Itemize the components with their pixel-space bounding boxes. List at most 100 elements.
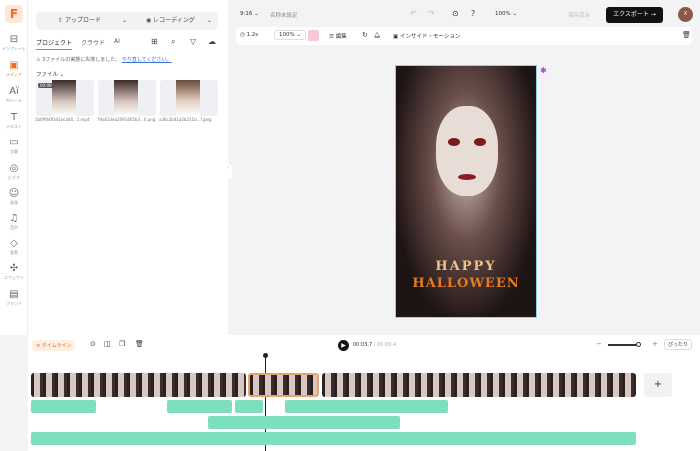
zoom-value: 100% xyxy=(495,11,511,17)
rail-images[interactable]: ☺ 画像 xyxy=(0,188,28,206)
split-icon[interactable]: ◫ xyxy=(104,340,111,348)
timeline: ≡ タイムライン ⊙ ◫ ❐ 🗑 ▶ 00:03.7 / 00:09.4 − +… xyxy=(28,335,700,451)
video-clip[interactable] xyxy=(31,373,246,397)
text-icon: T xyxy=(10,112,18,123)
project-title[interactable]: 名称未設定 xyxy=(270,11,298,19)
screenshot-icon[interactable]: ⊙ xyxy=(452,9,459,18)
export-button[interactable]: エクスポート → xyxy=(606,7,663,23)
audio-track[interactable] xyxy=(235,400,263,413)
sticker-icon[interactable]: ✱ xyxy=(540,66,547,75)
help-icon[interactable]: ? xyxy=(471,9,475,18)
avatar[interactable]: X xyxy=(678,7,693,22)
rail-text[interactable]: T テキスト xyxy=(0,112,28,130)
aspect-ratio-dropdown[interactable]: 9:16 ⌄ xyxy=(240,11,259,17)
record-button[interactable]: ◉ レコーディング ⌄ xyxy=(128,12,218,30)
video-preview[interactable]: HAPPY HALLOWEEN xyxy=(395,65,537,318)
rail-label: ビデオ xyxy=(8,175,20,180)
media-file-thumb[interactable] xyxy=(98,80,156,116)
tab-cloud[interactable]: クラウド xyxy=(81,38,105,47)
file-name: a38c2b41a2b211b...f.jpeg xyxy=(159,117,212,122)
audio-track[interactable] xyxy=(31,400,96,413)
rail-templates[interactable]: ⊟ テンプレート xyxy=(0,34,28,52)
fit-button[interactable]: ぴったり xyxy=(664,339,693,350)
top-bar: 9:16 ⌄ 名称未設定 ↶ ↷ ⊙ ? 100% ⌄ 保存済み エクスポート … xyxy=(228,0,700,27)
audio-track[interactable] xyxy=(167,400,232,413)
zoom-dropdown[interactable]: 100% ⌄ xyxy=(495,11,517,17)
playhead-handle[interactable] xyxy=(263,353,268,358)
duplicate-icon[interactable]: ❐ xyxy=(119,340,125,348)
thumbnail-image xyxy=(176,80,200,116)
rail-label: 字幕 xyxy=(10,149,18,154)
overlay-text-halloween: HALLOWEEN xyxy=(412,276,520,291)
redo-icon[interactable]: ↷ xyxy=(428,9,435,18)
saved-status: 保存済み xyxy=(568,13,591,19)
panel-collapse-handle[interactable]: ‹ xyxy=(227,165,232,179)
audio-track[interactable] xyxy=(31,432,636,445)
file-name: 1b6f9b0f341aca04...1.mp4 xyxy=(35,117,90,122)
zoom-in-icon[interactable]: + xyxy=(652,340,658,348)
upload-button[interactable]: ⇧ アップロード ⌄ xyxy=(36,12,133,30)
flip-icon[interactable]: ⧋ xyxy=(374,31,380,40)
duration-value: 1.2s xyxy=(246,32,259,38)
rail-video[interactable]: ◎ ビデオ xyxy=(0,163,28,181)
new-folder-icon[interactable]: ⊞ xyxy=(151,37,158,46)
delete-icon[interactable]: 🗑 xyxy=(682,31,691,39)
file-name: 79a633ea2091465b3...0.png xyxy=(97,117,156,122)
video-clip-selected[interactable] xyxy=(248,373,319,397)
rail-media[interactable]: ▣ メディア xyxy=(0,60,28,78)
tab-ai[interactable]: AI xyxy=(114,38,120,45)
rail-label: メディア xyxy=(6,72,22,77)
thumbnail-image xyxy=(52,80,76,116)
video-icon: ◎ xyxy=(9,163,19,174)
inside-motion-button[interactable]: ▣ インサイド・モーション xyxy=(393,32,460,40)
current-time: 00:03.7 xyxy=(353,342,373,348)
undo-icon[interactable]: ↶ xyxy=(410,9,417,18)
scale-dropdown[interactable]: 100% ⌄ xyxy=(274,30,307,40)
ratio-value: 9:16 xyxy=(240,11,253,17)
rail-brand[interactable]: ▤ ブランド xyxy=(0,289,28,307)
media-file-thumb[interactable]: 00:09 xyxy=(36,80,94,116)
zoom-slider-handle[interactable] xyxy=(636,342,641,347)
cloud-upload-icon[interactable]: ☁ xyxy=(208,37,216,46)
duration-control[interactable]: ◷ 1.2s xyxy=(240,32,258,38)
filter-icon[interactable]: ▽ xyxy=(190,37,196,46)
retry-link[interactable]: やり直してください。 xyxy=(122,57,172,63)
scale-value: 100% xyxy=(279,32,295,38)
rotate-icon[interactable]: ↻ xyxy=(362,31,368,39)
timeline-toggle[interactable]: ≡ タイムライン xyxy=(32,340,76,351)
upload-icon: ⇧ xyxy=(58,17,65,24)
ai-magic-icon[interactable] xyxy=(308,30,319,41)
video-clip[interactable] xyxy=(322,373,636,397)
files-dropdown[interactable]: ファイル ⌄ xyxy=(36,70,64,78)
rail-ai-tools[interactable]: Aï AIツール xyxy=(0,86,28,104)
rail-label: ブランド xyxy=(6,301,22,306)
rail-label: エフェクト xyxy=(4,275,24,280)
play-button[interactable]: ▶ xyxy=(338,340,349,351)
tab-project[interactable]: プロジェクト xyxy=(36,38,73,50)
brand-icon: ▤ xyxy=(9,289,19,300)
motion-label: インサイド・モーション xyxy=(399,34,461,40)
rail-label: テンプレート xyxy=(2,46,26,51)
add-clip-button[interactable]: + xyxy=(644,373,672,397)
rail-subtitles[interactable]: ▭ 字幕 xyxy=(0,137,28,155)
ai-icon: Aï xyxy=(9,86,19,97)
record-label: レコーディング xyxy=(153,17,195,24)
rail-elements[interactable]: ◇ 要素 xyxy=(0,238,28,256)
rail-effects[interactable]: ✣ エフェクト xyxy=(0,263,28,281)
chevron-down-icon: ⌄ xyxy=(206,17,212,24)
rail-label: 画像 xyxy=(10,200,18,205)
trash-icon[interactable]: 🗑 xyxy=(135,340,144,348)
audio-track[interactable] xyxy=(208,416,400,429)
zoom-out-icon[interactable]: − xyxy=(596,340,602,348)
audio-track[interactable] xyxy=(285,400,448,413)
search-icon[interactable]: ⌕ xyxy=(171,37,175,47)
record-voice-icon[interactable]: ⊙ xyxy=(90,340,96,348)
edit-button[interactable]: ☰ 編集 xyxy=(329,32,347,40)
media-panel: ⇧ アップロード ⌄ ◉ レコーディング ⌄ プロジェクト クラウド AI ⊞ ⌕ … xyxy=(28,0,228,335)
export-label: エクスポート xyxy=(613,11,649,18)
image-icon: ☺ xyxy=(8,188,20,199)
effects-icon: ✣ xyxy=(9,263,19,274)
rail-audio[interactable]: ♫ 音声 xyxy=(0,213,28,231)
clip-toolbar: ◷ 1.2s 100% ⌄ ☰ 編集 ↻ ⧋ ▣ インサイド・モーション 🗑 xyxy=(236,27,692,45)
media-file-thumb[interactable] xyxy=(160,80,218,116)
